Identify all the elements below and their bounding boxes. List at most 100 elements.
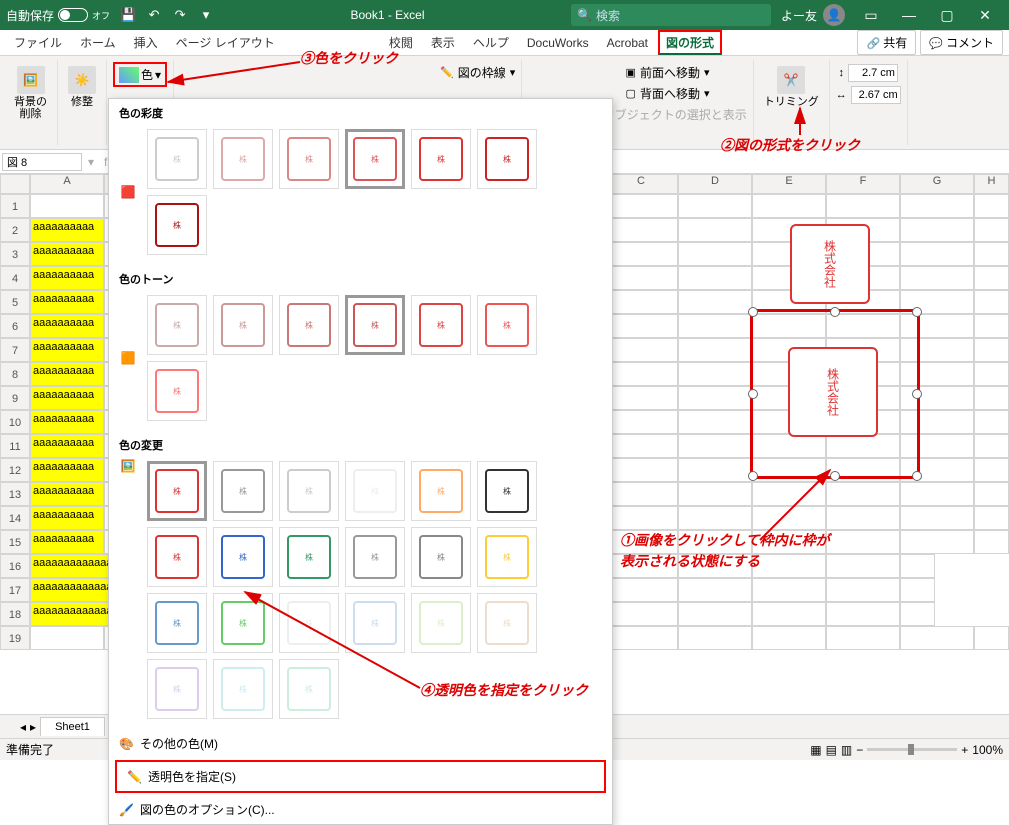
row-header[interactable]: 3 <box>0 242 30 266</box>
sheet-tab[interactable]: Sheet1 <box>40 717 105 736</box>
color-dropdown-button[interactable]: 色 ▾ <box>113 62 167 87</box>
cell[interactable] <box>752 482 826 506</box>
color-swatch[interactable]: 株 <box>477 527 537 587</box>
cell[interactable] <box>678 242 752 266</box>
formula-dropdown-icon[interactable]: ▾ <box>84 155 98 169</box>
cell[interactable] <box>752 626 826 650</box>
cell[interactable] <box>900 626 974 650</box>
color-swatch[interactable]: 株 <box>213 461 273 521</box>
row-header[interactable]: 17 <box>0 578 30 602</box>
stamp-image-1[interactable]: 株式会社 <box>790 224 870 304</box>
close-icon[interactable]: ✕ <box>967 1 1003 29</box>
height-input[interactable] <box>848 64 898 82</box>
resize-handle[interactable] <box>748 307 758 317</box>
color-swatch[interactable]: 株 <box>213 659 273 719</box>
cell[interactable] <box>678 506 752 530</box>
name-box[interactable] <box>2 153 82 171</box>
zoom-slider[interactable] <box>867 748 957 751</box>
color-swatch[interactable]: 株 <box>147 295 207 355</box>
set-transparent-item[interactable]: ✏️ 透明色を指定(S) <box>115 760 606 793</box>
cell[interactable] <box>678 434 752 458</box>
cell[interactable] <box>900 194 974 218</box>
cell[interactable] <box>752 554 826 578</box>
color-swatch[interactable]: 株 <box>411 527 471 587</box>
cell[interactable] <box>974 530 1009 554</box>
resize-handle[interactable] <box>912 389 922 399</box>
cell[interactable] <box>604 482 678 506</box>
cell[interactable] <box>900 242 974 266</box>
cell[interactable] <box>826 626 900 650</box>
cell[interactable] <box>974 410 1009 434</box>
cell[interactable] <box>752 506 826 530</box>
cell[interactable] <box>678 266 752 290</box>
sheet-nav-prev-icon[interactable]: ▸ <box>30 720 36 734</box>
cell[interactable] <box>678 410 752 434</box>
cell[interactable] <box>678 602 752 626</box>
view-layout-icon[interactable]: ▤ <box>826 743 837 757</box>
cell[interactable] <box>604 266 678 290</box>
row-header[interactable]: 4 <box>0 266 30 290</box>
cell[interactable]: aaaaaaaaaa <box>30 218 104 242</box>
cell[interactable] <box>974 434 1009 458</box>
cell[interactable] <box>900 578 935 602</box>
row-header[interactable]: 12 <box>0 458 30 482</box>
cell[interactable] <box>900 482 974 506</box>
cell[interactable]: aaaaaaaaaa <box>30 338 104 362</box>
cell[interactable] <box>604 386 678 410</box>
col-header[interactable]: G <box>900 174 974 194</box>
color-swatch[interactable]: 株 <box>147 659 207 719</box>
tab-picture-format[interactable]: 図の形式 <box>658 30 722 55</box>
zoom-level[interactable]: 100% <box>972 743 1003 757</box>
cell[interactable] <box>604 242 678 266</box>
col-header[interactable]: C <box>604 174 678 194</box>
row-header[interactable]: 13 <box>0 482 30 506</box>
cell[interactable] <box>678 554 752 578</box>
cell[interactable] <box>30 194 104 218</box>
row-header[interactable]: 8 <box>0 362 30 386</box>
color-swatch[interactable]: 株 <box>477 295 537 355</box>
color-swatch[interactable]: 株 <box>279 295 339 355</box>
search-input[interactable]: 🔍 検索 <box>571 4 771 26</box>
cell[interactable] <box>678 338 752 362</box>
col-header[interactable]: F <box>826 174 900 194</box>
resize-handle[interactable] <box>830 471 840 481</box>
share-button[interactable]: 🔗 共有 <box>857 30 916 55</box>
cell[interactable] <box>678 482 752 506</box>
cell[interactable] <box>678 458 752 482</box>
row-header[interactable]: 1 <box>0 194 30 218</box>
color-swatch[interactable]: 株 <box>411 461 471 521</box>
cell[interactable] <box>678 362 752 386</box>
cell[interactable] <box>974 458 1009 482</box>
color-swatch[interactable]: 株 <box>147 195 207 255</box>
cell[interactable] <box>974 242 1009 266</box>
pic-border-button[interactable]: ✏️ 図の枠線 ▾ <box>440 62 515 83</box>
color-swatch[interactable]: 株 <box>477 129 537 189</box>
avatar[interactable]: 👤 <box>823 4 845 26</box>
save-icon[interactable]: 💾 <box>120 7 136 23</box>
cell[interactable] <box>974 386 1009 410</box>
tab-docuworks[interactable]: DocuWorks <box>519 32 597 54</box>
cell[interactable] <box>752 194 826 218</box>
qat-more-icon[interactable]: ▾ <box>198 7 214 23</box>
color-swatch[interactable]: 株 <box>213 593 273 653</box>
cell[interactable] <box>826 602 900 626</box>
cell[interactable] <box>604 338 678 362</box>
cell[interactable] <box>678 626 752 650</box>
resize-handle[interactable] <box>912 307 922 317</box>
tab-view[interactable]: 表示 <box>423 30 463 55</box>
cell[interactable] <box>974 218 1009 242</box>
cell[interactable] <box>900 218 974 242</box>
corrections-button[interactable]: ☀️ 修整 <box>64 62 100 112</box>
cell[interactable]: aaaaaaaaaa <box>30 482 104 506</box>
col-header[interactable]: A <box>30 174 104 194</box>
zoom-out-icon[interactable]: − <box>856 743 863 757</box>
minimize-icon[interactable]: — <box>891 1 927 29</box>
row-header[interactable]: 7 <box>0 338 30 362</box>
color-swatch[interactable]: 株 <box>411 593 471 653</box>
cell[interactable] <box>752 530 826 554</box>
cell[interactable] <box>974 338 1009 362</box>
redo-icon[interactable]: ↷ <box>172 7 188 23</box>
cell[interactable]: aaaaaaaaaa <box>30 266 104 290</box>
cell[interactable] <box>678 218 752 242</box>
color-swatch[interactable]: 株 <box>279 527 339 587</box>
